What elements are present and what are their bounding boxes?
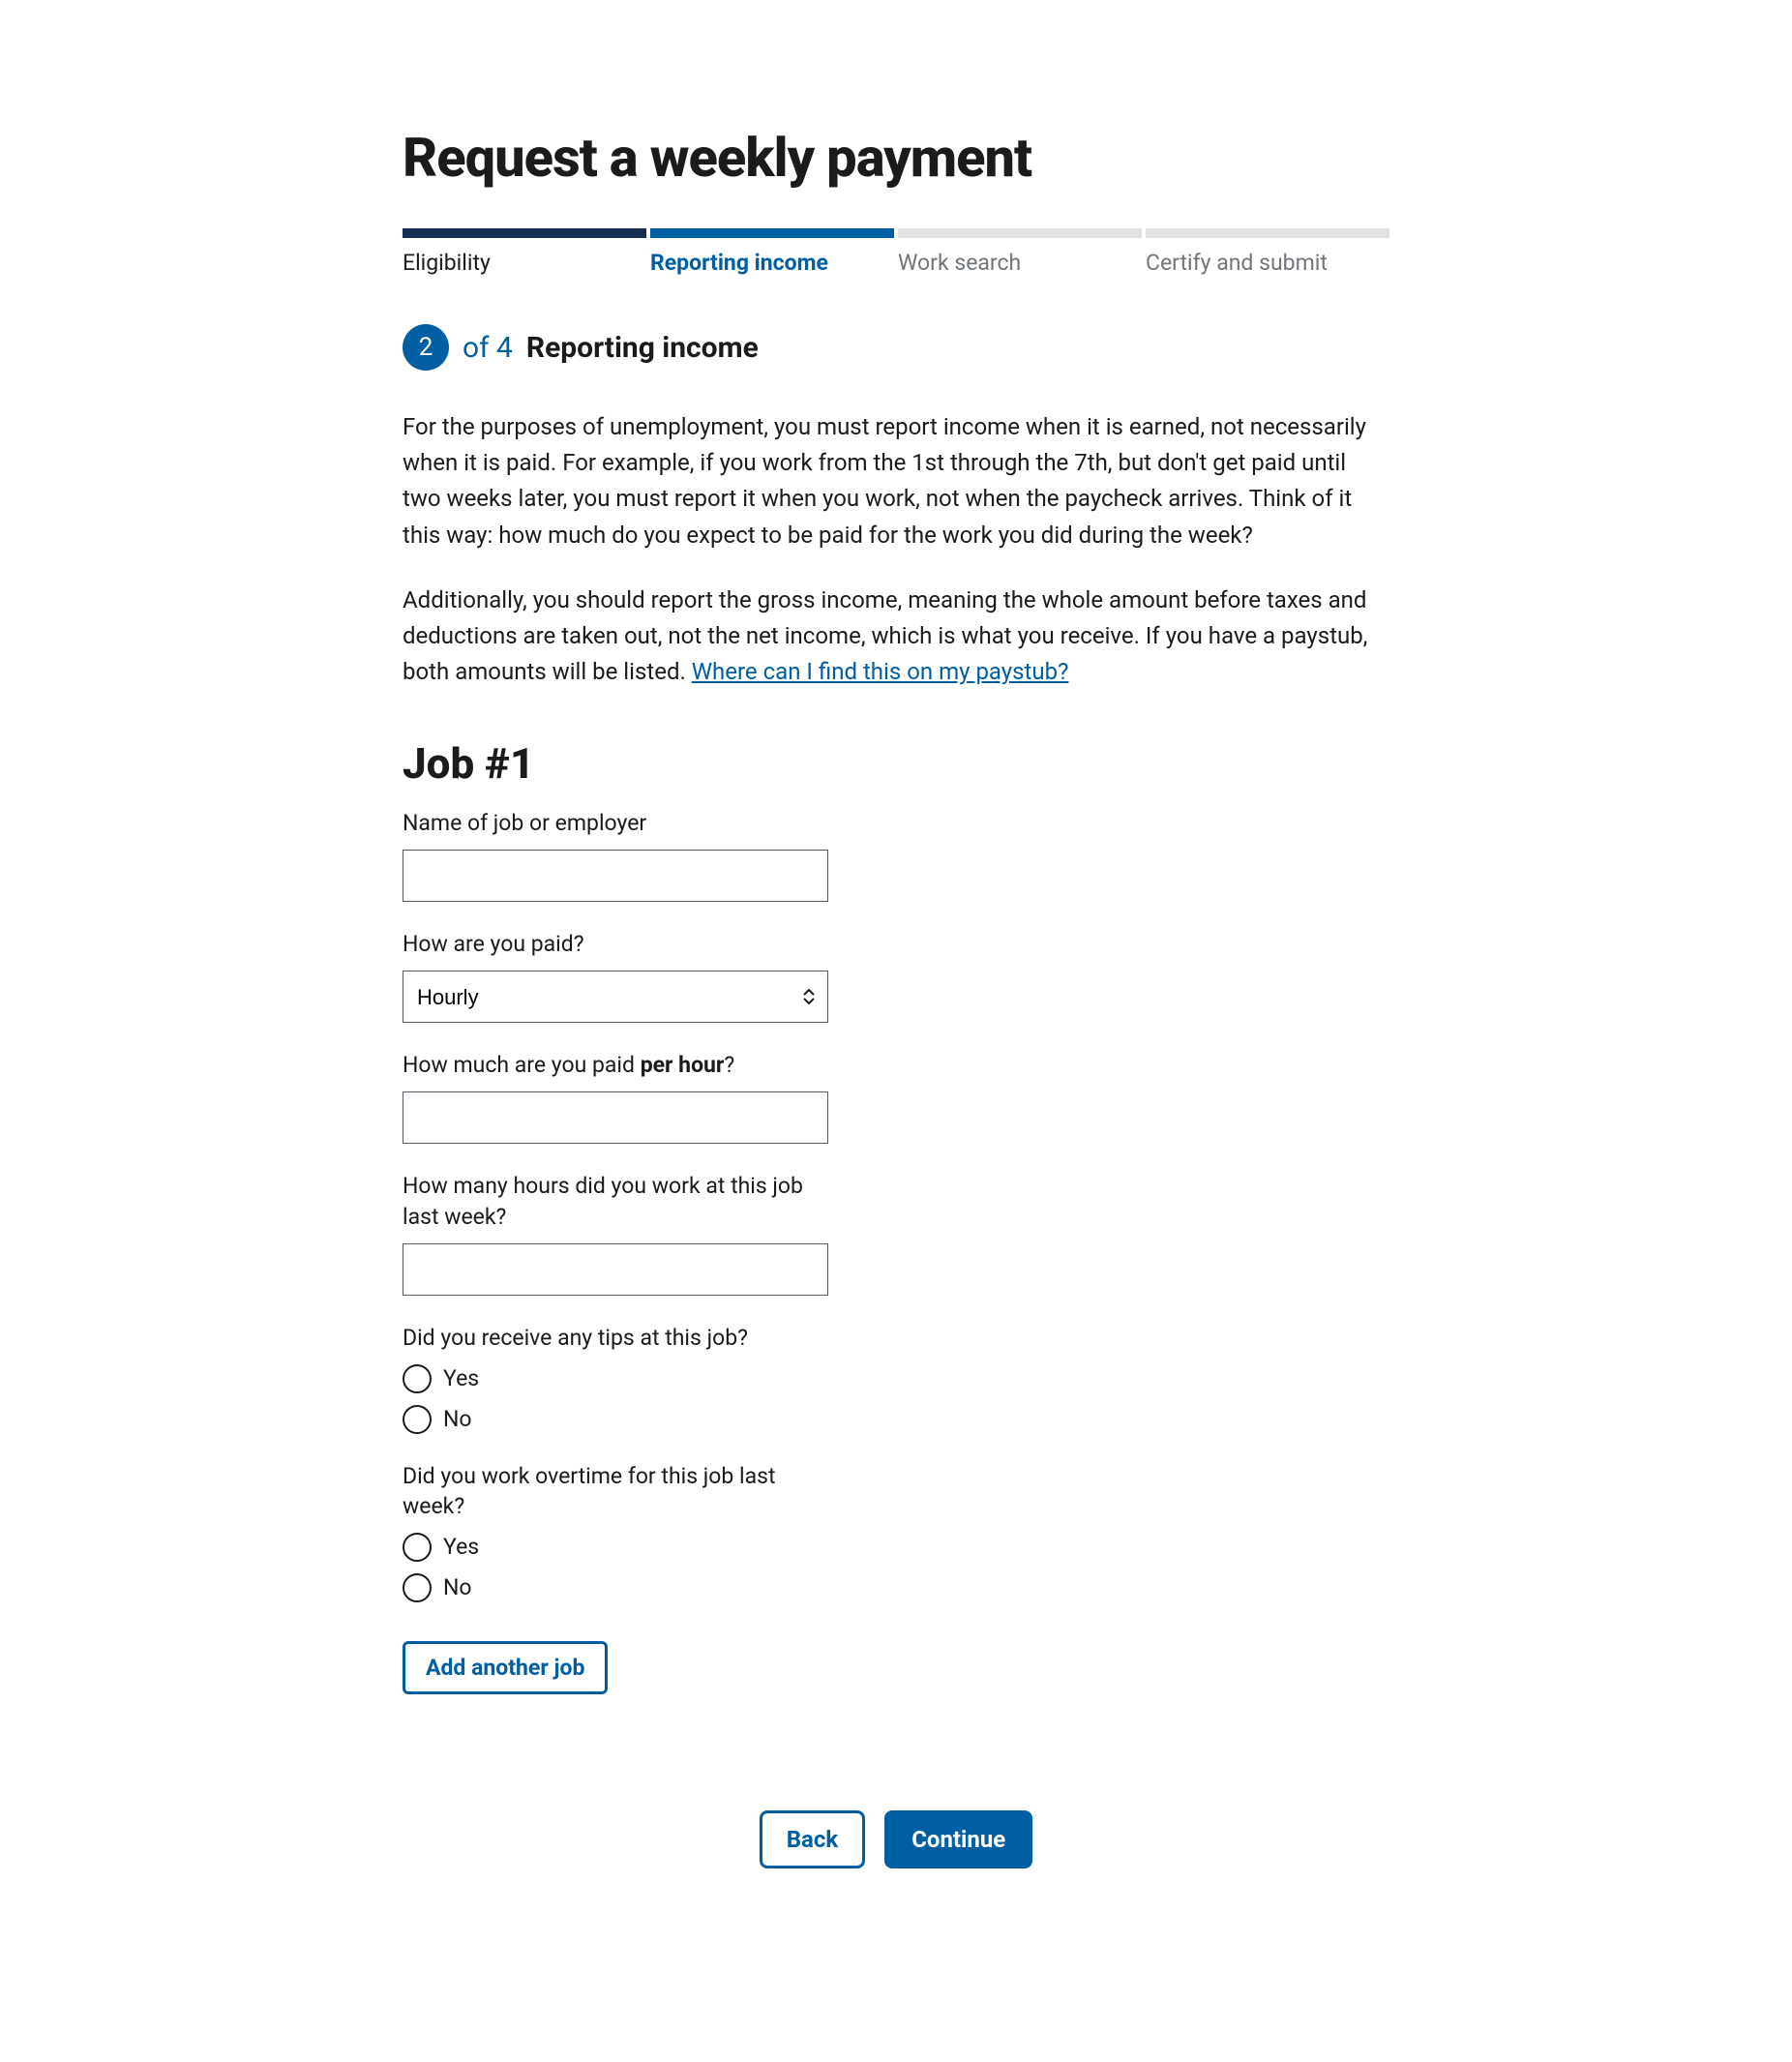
hours-label: How many hours did you work at this job … — [403, 1171, 828, 1231]
overtime-question: Did you work overtime for this job last … — [403, 1461, 828, 1521]
add-another-job-button[interactable]: Add another job — [403, 1641, 608, 1694]
paystub-help-link[interactable]: Where can I find this on my paystub? — [692, 658, 1069, 685]
hours-input[interactable] — [403, 1243, 828, 1296]
step-heading: 2 of 4 Reporting income — [403, 324, 1389, 371]
pay-rate-label-post: ? — [724, 1052, 734, 1078]
job-name-input[interactable] — [403, 850, 828, 902]
step-certify-submit: Certify and submit — [1146, 228, 1389, 276]
continue-button[interactable]: Continue — [884, 1810, 1032, 1868]
pay-type-select[interactable]: Hourly — [403, 971, 828, 1023]
step-bar — [898, 228, 1142, 238]
step-bar — [1146, 228, 1389, 238]
pay-rate-label-pre: How much are you paid — [403, 1052, 641, 1078]
radio-label: No — [443, 1406, 472, 1432]
pay-rate-label: How much are you paid per hour? — [403, 1050, 828, 1080]
tips-radio-no[interactable]: No — [403, 1405, 1389, 1434]
footer-nav: Back Continue — [403, 1810, 1389, 1868]
page-title: Request a weekly payment — [403, 126, 1389, 190]
intro-paragraph-2: Additionally, you should report the gros… — [403, 583, 1389, 691]
step-reporting-income: Reporting income — [650, 228, 894, 276]
radio-icon — [403, 1533, 432, 1562]
back-button[interactable]: Back — [760, 1810, 865, 1868]
step-of-text: of 4 — [463, 331, 513, 365]
radio-icon — [403, 1573, 432, 1602]
overtime-radio-no[interactable]: No — [403, 1573, 1389, 1602]
tips-question: Did you receive any tips at this job? — [403, 1323, 828, 1353]
step-name: Reporting income — [526, 331, 759, 365]
step-work-search: Work search — [898, 228, 1142, 276]
step-label: Eligibility — [403, 250, 646, 276]
radio-label: Yes — [443, 1534, 479, 1560]
step-bar — [650, 228, 894, 238]
radio-icon — [403, 1405, 432, 1434]
step-label: Certify and submit — [1146, 250, 1389, 276]
overtime-radio-yes[interactable]: Yes — [403, 1533, 1389, 1562]
intro-paragraph-1: For the purposes of unemployment, you mu… — [403, 409, 1389, 553]
pay-rate-input[interactable] — [403, 1091, 828, 1144]
step-bar — [403, 228, 646, 238]
radio-label: Yes — [443, 1365, 479, 1391]
step-label: Work search — [898, 250, 1142, 276]
step-label: Reporting income — [650, 250, 894, 276]
pay-rate-label-bold: per hour — [641, 1052, 725, 1078]
radio-icon — [403, 1364, 432, 1393]
step-number-badge: 2 — [403, 324, 449, 371]
radio-label: No — [443, 1574, 472, 1600]
job-heading: Job #1 — [403, 738, 1389, 789]
pay-type-label: How are you paid? — [403, 929, 828, 959]
job-name-label: Name of job or employer — [403, 808, 828, 838]
progress-stepper: Eligibility Reporting income Work search… — [403, 228, 1389, 276]
tips-radio-yes[interactable]: Yes — [403, 1364, 1389, 1393]
step-eligibility: Eligibility — [403, 228, 646, 276]
